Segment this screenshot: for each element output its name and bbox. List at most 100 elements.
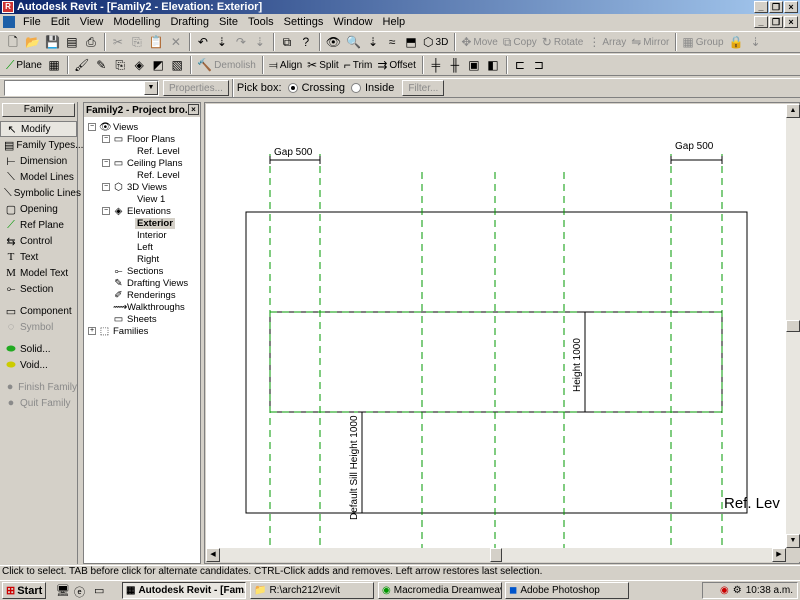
tree-walkthroughs[interactable]: ⟿ Walkthroughs	[113, 301, 185, 313]
tree-sections[interactable]: ⟜ Sections	[113, 265, 164, 277]
tree-exterior[interactable]: Exterior	[135, 217, 175, 229]
symbol-tool[interactable]: ◌ Symbol	[0, 319, 77, 335]
tree-3d-views[interactable]: − ⬡ 3D Views	[102, 181, 167, 193]
menu-modelling[interactable]: Modelling	[108, 16, 165, 28]
model-lines-tool[interactable]: ⟍ Model Lines	[0, 169, 77, 185]
paint-icon[interactable]: ◈	[130, 56, 148, 74]
copy-button[interactable]: ⧉ Copy	[501, 33, 539, 51]
switch-windows-icon[interactable]: ⧉	[278, 33, 296, 51]
mirror-button[interactable]: ⇋ Mirror	[629, 33, 671, 51]
finish-family-tool[interactable]: ● Finish Family	[0, 379, 77, 395]
align-button[interactable]: ⫤ Align	[267, 56, 304, 74]
menu-site[interactable]: Site	[214, 16, 243, 28]
tree-fp-ref-level[interactable]: Ref. Level	[137, 145, 180, 157]
zoom-dropdown-icon[interactable]: ⇣	[364, 33, 382, 51]
drawing-area[interactable]: Gap 500 Gap 500 Height 1000 Default Sill…	[206, 104, 786, 548]
menu-help[interactable]: Help	[378, 16, 411, 28]
collapse-icon[interactable]: −	[88, 123, 96, 131]
hide-icon[interactable]: ⊏	[511, 56, 529, 74]
copy-paste-icon[interactable]: ⎘	[111, 56, 129, 74]
void-tool[interactable]: ⬬ Void...	[0, 357, 77, 373]
collapse-icon[interactable]: −	[102, 183, 110, 191]
copy-icon[interactable]: ⎘	[128, 33, 146, 51]
offset-button[interactable]: ⇉ Offset	[375, 56, 418, 74]
menu-edit[interactable]: Edit	[46, 16, 75, 28]
restore-button[interactable]: ❐	[769, 1, 783, 13]
scroll-right-icon[interactable]: ▶	[772, 548, 786, 562]
unjoin-icon[interactable]: ╫	[446, 56, 464, 74]
tree-drafting-views[interactable]: ✎ Drafting Views	[113, 277, 188, 289]
tree-floor-plans[interactable]: − ▭ Floor Plans	[102, 133, 175, 145]
opening-rectangle[interactable]	[269, 311, 723, 413]
undo-icon[interactable]: ↶	[194, 33, 212, 51]
component-tool[interactable]: ▭ Component	[0, 303, 77, 319]
tree-views[interactable]: − 👁 Views	[88, 121, 138, 133]
group-dropdown-icon[interactable]: ⇣	[746, 33, 764, 51]
tree-renderings[interactable]: ✐ Renderings	[113, 289, 175, 301]
task-revit[interactable]: ▦ Autodesk Revit - [Fam...	[122, 582, 246, 599]
vertical-scrollbar[interactable]: ▲ ▼	[786, 104, 800, 548]
text-tool[interactable]: T Text	[0, 249, 77, 265]
section-tool[interactable]: ⟜ Section	[0, 281, 77, 297]
quicklaunch-ie-icon[interactable]: ⓔ	[74, 584, 85, 600]
ref-plane-tool[interactable]: ⟋ Ref Plane	[0, 217, 77, 233]
unpin-icon[interactable]: ◧	[484, 56, 502, 74]
scroll-down-icon[interactable]: ▼	[786, 534, 800, 548]
menu-settings[interactable]: Settings	[279, 16, 329, 28]
wall-outline[interactable]	[245, 211, 748, 514]
group-button[interactable]: ▦ Group	[680, 33, 725, 51]
cut-geometry-icon[interactable]: ◩	[149, 56, 167, 74]
close-button[interactable]: ×	[784, 1, 798, 13]
save-all-icon[interactable]: ▤	[63, 33, 81, 51]
tree-sheets[interactable]: ▭ Sheets	[102, 313, 157, 325]
lock-icon[interactable]: 🔒	[727, 33, 746, 51]
eyedropper-icon[interactable]: ✎	[92, 56, 110, 74]
split-button[interactable]: ✂ Split	[305, 56, 341, 74]
cut-icon[interactable]: ✂	[109, 33, 127, 51]
join-icon[interactable]: ╪	[427, 56, 445, 74]
rotate-button[interactable]: ↻ Rotate	[540, 33, 586, 51]
3d-view-button[interactable]: ⬡ 3D	[421, 33, 450, 51]
task-dreamweaver[interactable]: ◉Macromedia Dreamweave...	[378, 582, 502, 599]
collapse-icon[interactable]: −	[102, 207, 110, 215]
tree-families[interactable]: + ⬚ Families	[88, 325, 148, 337]
chevron-down-icon[interactable]: ▼	[144, 81, 158, 95]
menu-tools[interactable]: Tools	[243, 16, 279, 28]
doc-minimize-button[interactable]: _	[754, 16, 768, 28]
demolish-button[interactable]: 🔨 Demolish	[195, 56, 258, 74]
trim-button[interactable]: ⌐ Trim	[342, 56, 375, 74]
properties-button[interactable]: Properties...	[163, 80, 229, 96]
tray-icon[interactable]: ⚙	[733, 585, 742, 596]
quicklaunch-desktop-icon[interactable]: 🖥	[56, 584, 70, 597]
grid-icon[interactable]: ▦	[45, 56, 63, 74]
document-icon[interactable]	[3, 16, 15, 28]
horizontal-scroll-thumb[interactable]	[490, 548, 502, 562]
tree-left[interactable]: Left	[137, 241, 153, 253]
expand-icon[interactable]: +	[88, 327, 96, 335]
elevation-drawing[interactable]: Gap 500 Gap 500 Height 1000 Default Sill…	[206, 104, 786, 548]
tree-elevations[interactable]: − ◈ Elevations	[102, 205, 171, 217]
tree-view1[interactable]: View 1	[137, 193, 165, 205]
move-button[interactable]: ✥ Move	[459, 33, 500, 51]
dynamic-view-icon[interactable]: 👁	[324, 33, 343, 51]
solid-tool[interactable]: ⬬ Solid...	[0, 341, 77, 357]
inside-radio[interactable]	[350, 83, 361, 93]
unhide-icon[interactable]: ⊐	[530, 56, 548, 74]
tray-icon[interactable]: ◉	[720, 585, 729, 596]
doc-restore-button[interactable]: ❐	[769, 16, 783, 28]
split-face-icon[interactable]: ▧	[168, 56, 186, 74]
family-types-tool[interactable]: ▤ Family Types...	[0, 137, 83, 153]
modify-tool[interactable]: ↖ Modify	[0, 121, 77, 137]
type-selector[interactable]: ▼	[4, 80, 159, 96]
close-icon[interactable]: ×	[188, 104, 199, 115]
undo-dropdown-icon[interactable]: ⇣	[213, 33, 231, 51]
collapse-icon[interactable]: −	[102, 159, 110, 167]
zoom-icon[interactable]: 🔍	[344, 33, 363, 51]
print-icon[interactable]: ⎙	[82, 33, 100, 51]
thin-lines-icon[interactable]: ≈	[383, 33, 401, 51]
scroll-left-icon[interactable]: ◀	[206, 548, 220, 562]
menu-window[interactable]: Window	[328, 16, 377, 28]
match-type-icon[interactable]: 🖌	[72, 56, 91, 74]
delete-icon[interactable]: ✕	[167, 33, 185, 51]
filter-button[interactable]: Filter...	[402, 80, 445, 96]
